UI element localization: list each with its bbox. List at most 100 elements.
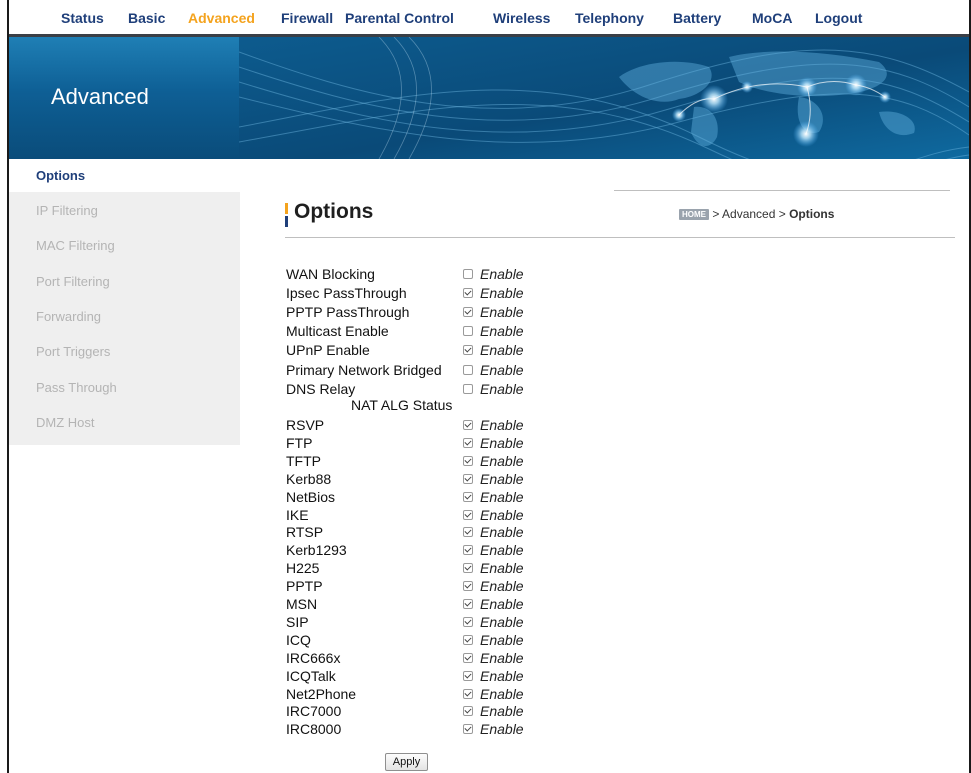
- enable-label: Enable: [480, 489, 524, 505]
- breadcrumb-current: Options: [789, 207, 835, 221]
- world-map-banner-image: [239, 37, 969, 159]
- enable-label: Enable: [480, 578, 524, 594]
- option-label: IRC8000: [286, 721, 342, 737]
- option-label: ICQ: [286, 632, 311, 648]
- enable-label: Enable: [480, 285, 524, 301]
- enable-label: Enable: [480, 686, 524, 702]
- enable-checkbox[interactable]: [463, 456, 473, 466]
- option-label: Net2Phone: [286, 686, 357, 702]
- section-banner: Advanced: [9, 37, 969, 159]
- enable-checkbox[interactable]: [463, 288, 473, 298]
- breadcrumb-separator: >: [775, 207, 790, 221]
- nav-battery[interactable]: Battery: [673, 10, 721, 26]
- enable-checkbox[interactable]: [463, 545, 473, 555]
- enable-checkbox[interactable]: [463, 365, 473, 375]
- enable-checkbox[interactable]: [463, 563, 473, 573]
- enable-checkbox[interactable]: [463, 689, 473, 699]
- nav-wireless[interactable]: Wireless: [493, 10, 550, 26]
- option-label: FTP: [286, 435, 313, 451]
- enable-checkbox[interactable]: [463, 617, 473, 627]
- enable-label: Enable: [480, 596, 524, 612]
- option-label: Multicast Enable: [286, 323, 389, 339]
- enable-checkbox[interactable]: [463, 527, 473, 537]
- enable-label: Enable: [480, 524, 524, 540]
- title-accent-bar: [285, 203, 288, 227]
- option-label: RSVP: [286, 417, 325, 433]
- enable-checkbox[interactable]: [463, 269, 473, 279]
- enable-label: Enable: [480, 632, 524, 648]
- enable-label: Enable: [480, 507, 524, 523]
- nav-basic[interactable]: Basic: [128, 10, 165, 26]
- nav-logout[interactable]: Logout: [815, 10, 862, 26]
- enable-label: Enable: [480, 381, 524, 397]
- enable-label: Enable: [480, 266, 524, 282]
- nav-advanced[interactable]: Advanced: [188, 10, 255, 26]
- enable-checkbox[interactable]: [463, 474, 473, 484]
- enable-label: Enable: [480, 453, 524, 469]
- enable-checkbox[interactable]: [463, 438, 473, 448]
- option-label: UPnP Enable: [286, 342, 370, 358]
- option-label: RTSP: [286, 524, 324, 540]
- enable-label: Enable: [480, 668, 524, 684]
- option-label: Kerb1293: [286, 542, 347, 558]
- enable-label: Enable: [480, 560, 524, 576]
- enable-checkbox[interactable]: [463, 635, 473, 645]
- option-label: Ipsec PassThrough: [286, 285, 407, 301]
- enable-checkbox[interactable]: [463, 420, 473, 430]
- apply-button[interactable]: Apply: [385, 753, 428, 771]
- enable-checkbox[interactable]: [463, 326, 473, 336]
- home-icon[interactable]: HOME: [679, 209, 709, 220]
- enable-checkbox[interactable]: [463, 492, 473, 502]
- nav-parental-control[interactable]: Parental Control: [345, 10, 454, 26]
- banner-title: Advanced: [51, 84, 149, 109]
- enable-checkbox[interactable]: [463, 510, 473, 520]
- enable-checkbox[interactable]: [463, 671, 473, 681]
- enable-label: Enable: [480, 542, 524, 558]
- enable-label: Enable: [480, 703, 524, 719]
- enable-label: Enable: [480, 362, 524, 378]
- header-rule-bottom: [285, 237, 955, 238]
- option-label: H225: [286, 560, 320, 576]
- enable-label: Enable: [480, 614, 524, 630]
- header-rule-top: [614, 190, 950, 191]
- option-label: IKE: [286, 507, 309, 523]
- option-label: IRC666x: [286, 650, 341, 666]
- nav-firewall[interactable]: Firewall: [281, 10, 333, 26]
- option-label: NetBios: [286, 489, 336, 505]
- enable-label: Enable: [480, 721, 524, 737]
- option-label: Kerb88: [286, 471, 332, 487]
- sidebar-item-options[interactable]: Options: [9, 159, 240, 192]
- option-label: PPTP PassThrough: [286, 304, 410, 320]
- option-label: MSN: [286, 596, 318, 612]
- top-navigation: Status Basic Advanced Firewall Parental …: [9, 0, 969, 36]
- nav-status[interactable]: Status: [61, 10, 104, 26]
- sidebar-item-ip-filtering[interactable]: IP Filtering: [9, 194, 240, 227]
- enable-checkbox[interactable]: [463, 706, 473, 716]
- enable-label: Enable: [480, 304, 524, 320]
- option-label: Primary Network Bridged: [286, 362, 442, 378]
- sidebar-item-forwarding[interactable]: Forwarding: [9, 300, 240, 333]
- sidebar-item-pass-through[interactable]: Pass Through: [9, 371, 240, 404]
- enable-checkbox[interactable]: [463, 724, 473, 734]
- sidebar-item-mac-filtering[interactable]: MAC Filtering: [9, 229, 240, 262]
- enable-checkbox[interactable]: [463, 384, 473, 394]
- enable-label: Enable: [480, 323, 524, 339]
- enable-label: Enable: [480, 417, 524, 433]
- nav-telephony[interactable]: Telephony: [575, 10, 644, 26]
- enable-checkbox[interactable]: [463, 345, 473, 355]
- sidebar-item-dmz-host[interactable]: DMZ Host: [9, 406, 240, 439]
- enable-checkbox[interactable]: [463, 307, 473, 317]
- breadcrumb-separator: >: [709, 207, 723, 221]
- nat-alg-heading: NAT ALG Status: [351, 397, 453, 413]
- enable-checkbox[interactable]: [463, 581, 473, 591]
- nav-moca[interactable]: MoCA: [752, 10, 792, 26]
- enable-checkbox[interactable]: [463, 599, 473, 609]
- banner-title-box: Advanced: [9, 37, 239, 159]
- sidebar-item-port-triggers[interactable]: Port Triggers: [9, 335, 240, 368]
- option-label: ICQTalk: [286, 668, 336, 684]
- option-label: PPTP: [286, 578, 323, 594]
- sidebar-item-port-filtering[interactable]: Port Filtering: [9, 265, 240, 298]
- breadcrumb-section: Advanced: [722, 207, 776, 221]
- enable-checkbox[interactable]: [463, 653, 473, 663]
- page-title: Options: [294, 200, 374, 223]
